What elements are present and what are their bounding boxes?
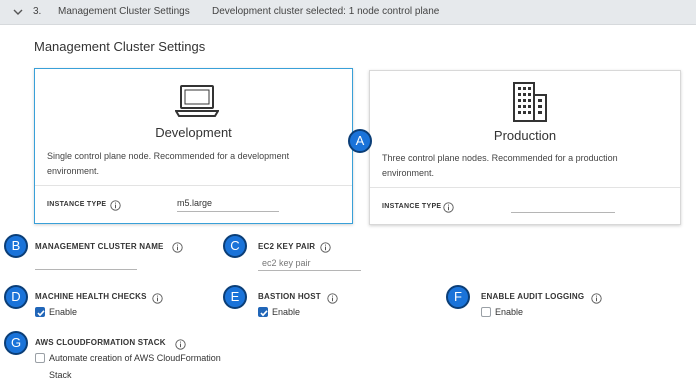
ec2-key-pair-label: EC2 KEY PAIR <box>258 242 316 251</box>
card-description: Single control plane node. Recommended f… <box>47 151 290 176</box>
step-header[interactable]: 3. Management Cluster Settings Developme… <box>0 0 696 25</box>
step-summary: Development cluster selected: 1 node con… <box>212 6 440 17</box>
step-title: Management Cluster Settings <box>58 6 190 17</box>
instance-type-label: INSTANCE TYPE <box>47 201 107 208</box>
instance-type-select[interactable] <box>511 199 615 213</box>
production-card[interactable]: Production Three control plane nodes. Re… <box>369 70 681 225</box>
ec2-key-pair-underline <box>258 270 361 271</box>
callout-a: A <box>348 129 372 153</box>
info-icon[interactable] <box>327 291 338 304</box>
checkmark-icon <box>260 310 268 317</box>
enable-audit-logging-checkbox[interactable] <box>481 307 491 317</box>
ec2-key-pair-input[interactable]: ec2 key pair <box>262 258 311 268</box>
aws-cloudformation-stack-label: AWS CLOUDFORMATION STACK <box>35 338 166 347</box>
callout-b: B <box>4 234 28 258</box>
bastion-host-enable-label: Enable <box>272 307 301 317</box>
buildings-icon <box>510 81 550 128</box>
instance-type-label: INSTANCE TYPE <box>382 203 442 210</box>
aws-cloudformation-stack-checkbox[interactable] <box>35 353 45 363</box>
card-title: Development <box>155 125 232 140</box>
machine-health-checks-enable-label: Enable <box>49 307 78 317</box>
enable-audit-logging-label: ENABLE AUDIT LOGGING <box>481 292 585 301</box>
step-number: 3. <box>33 6 42 17</box>
instance-type-select[interactable]: m5.large <box>177 198 279 212</box>
management-cluster-name-label: MANAGEMENT CLUSTER NAME <box>35 242 164 251</box>
aws-cloudformation-stack-option-label: Automate creation of AWS CloudFormation <box>49 353 221 363</box>
machine-health-checks-checkbox[interactable] <box>35 307 45 317</box>
callout-c: C <box>223 234 247 258</box>
enable-audit-logging-enable-label: Enable <box>495 307 524 317</box>
info-icon[interactable] <box>172 240 183 253</box>
laptop-icon <box>174 83 220 124</box>
machine-health-checks-label: MACHINE HEALTH CHECKS <box>35 292 147 301</box>
development-card[interactable]: Development Single control plane node. R… <box>34 68 353 224</box>
callout-f: F <box>446 285 470 309</box>
info-icon[interactable] <box>443 200 454 213</box>
info-icon[interactable] <box>320 240 331 253</box>
info-icon[interactable] <box>175 337 186 350</box>
card-divider <box>370 187 680 188</box>
management-cluster-name-input[interactable] <box>35 269 137 270</box>
info-icon[interactable] <box>591 291 602 304</box>
bastion-host-checkbox[interactable] <box>258 307 268 317</box>
section-title: Management Cluster Settings <box>34 39 206 54</box>
card-description: Three control plane nodes. Recommended f… <box>382 153 618 178</box>
callout-e: E <box>223 285 247 309</box>
aws-cloudformation-stack-option-label-line2: Stack <box>49 370 72 380</box>
callout-g: G <box>4 331 28 355</box>
info-icon[interactable] <box>152 291 163 304</box>
checkmark-icon <box>37 310 45 317</box>
card-title: Production <box>493 128 557 143</box>
callout-d: D <box>4 285 28 309</box>
bastion-host-label: BASTION HOST <box>258 292 321 301</box>
chevron-down-icon[interactable] <box>12 5 24 17</box>
info-icon[interactable] <box>110 198 121 211</box>
card-divider <box>35 185 352 186</box>
